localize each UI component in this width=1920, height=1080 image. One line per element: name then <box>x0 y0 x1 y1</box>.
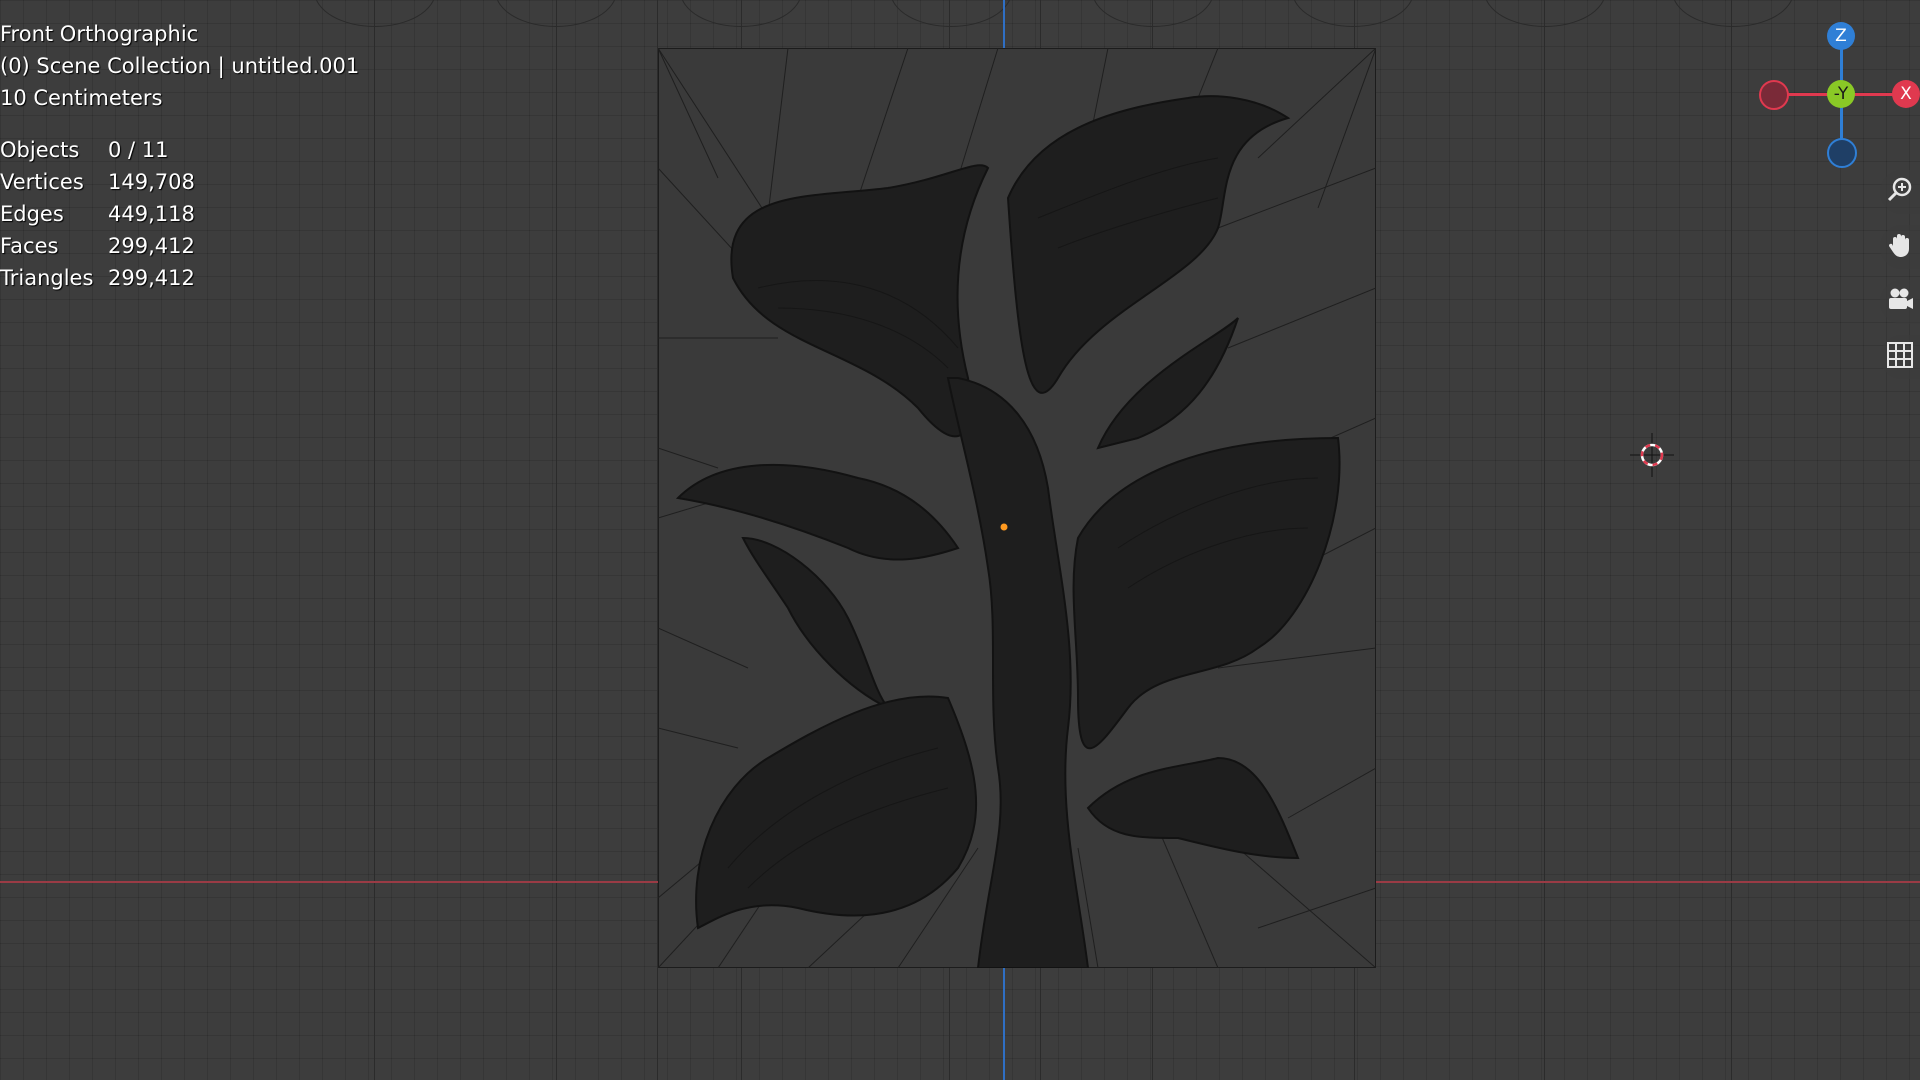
gizmo-x-button[interactable]: X <box>1892 80 1920 108</box>
collection-info: (0) Scene Collection | untitled.001 <box>0 54 360 78</box>
zoom-in-icon <box>1885 175 1915 209</box>
grid-arc <box>1484 0 1606 27</box>
stat-row-triangles: Triangles 299,412 <box>0 262 359 294</box>
stat-value: 299,412 <box>108 266 195 290</box>
grid-arc <box>495 0 617 27</box>
stat-row-edges: Edges 449,118 <box>0 198 359 230</box>
grid-line <box>1731 0 1732 1080</box>
grid-line <box>1544 0 1545 1080</box>
stat-label: Vertices <box>0 170 84 194</box>
grid-arc <box>1292 0 1414 27</box>
scene-statistics: Objects 0 / 11 Vertices 149,708 Edges 44… <box>0 134 359 294</box>
object-origin[interactable] <box>1000 523 1008 531</box>
grid-arc <box>680 0 802 27</box>
calla-lily-mesh[interactable] <box>658 48 1376 968</box>
grid-line <box>556 0 557 1080</box>
stat-label: Edges <box>0 202 64 226</box>
stat-label: Objects <box>0 138 80 162</box>
stat-row-objects: Objects 0 / 11 <box>0 134 359 166</box>
3d-cursor[interactable] <box>1630 433 1674 477</box>
stat-row-faces: Faces 299,412 <box>0 230 359 262</box>
stat-label: Faces <box>0 234 59 258</box>
navigation-gizmo[interactable]: Z -Y X <box>1755 20 1920 170</box>
grid-arc <box>890 0 1012 27</box>
camera-icon <box>1885 285 1915 319</box>
ortho-toggle-button[interactable] <box>1880 335 1920 379</box>
gizmo-neg-y-button[interactable]: -Y <box>1827 80 1855 108</box>
viewport-info-overlay: Front Orthographic (0) Scene Collection … <box>0 18 359 294</box>
gizmo-neg-x-button[interactable] <box>1759 80 1789 110</box>
grid-scale: 10 Centimeters <box>0 86 163 110</box>
zoom-button[interactable] <box>1880 170 1920 214</box>
grid-arc <box>1092 0 1214 27</box>
stat-value: 299,412 <box>108 234 195 258</box>
stat-value: 149,708 <box>108 170 195 194</box>
gizmo-z-button[interactable]: Z <box>1827 22 1855 50</box>
stat-row-vertices: Vertices 149,708 <box>0 166 359 198</box>
pan-button[interactable] <box>1880 225 1920 269</box>
gizmo-neg-z-button[interactable] <box>1827 138 1857 168</box>
camera-view-button[interactable] <box>1880 280 1920 324</box>
stat-label: Triangles <box>0 266 94 290</box>
hand-icon <box>1885 230 1915 264</box>
view-name: Front Orthographic <box>0 22 199 46</box>
stat-value: 449,118 <box>108 202 195 226</box>
grid-line <box>374 0 375 1080</box>
grid-icon <box>1885 340 1915 374</box>
stat-value: 0 / 11 <box>108 138 169 162</box>
